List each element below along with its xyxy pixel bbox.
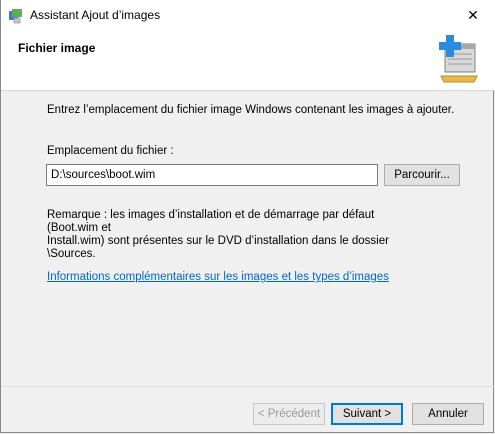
close-icon: ✕ xyxy=(467,6,479,23)
cancel-button[interactable]: Annuler xyxy=(412,403,484,425)
previous-button[interactable]: < Précédent xyxy=(253,403,325,425)
intro-text: Entrez l’emplacement du fichier image Wi… xyxy=(47,104,455,116)
close-button[interactable]: ✕ xyxy=(450,0,495,30)
wizard-header: Fichier image xyxy=(1,30,495,91)
location-label: Emplacement du fichier : xyxy=(47,145,174,157)
next-button[interactable]: Suivant > xyxy=(331,403,403,425)
image-add-icon xyxy=(439,35,478,83)
note-line-2: Install.wim) sont présentes sur le DVD d… xyxy=(47,235,389,260)
window-title: Assistant Ajout d’images xyxy=(30,8,161,22)
info-link[interactable]: Informations complémentaires sur les ima… xyxy=(47,271,389,283)
note-line-1: Remarque : les images d’installation et … xyxy=(47,209,375,234)
title-bar: Assistant Ajout d’images ✕ xyxy=(1,0,495,30)
location-input[interactable] xyxy=(46,164,378,186)
footer-divider xyxy=(1,386,495,387)
wizard-window: Assistant Ajout d’images ✕ Fichier image… xyxy=(0,0,495,433)
wds-app-icon xyxy=(9,9,22,24)
page-title: Fichier image xyxy=(18,41,96,55)
note-text: Remarque : les images d’installation et … xyxy=(47,209,427,261)
browse-button[interactable]: Parcourir... xyxy=(384,164,460,186)
